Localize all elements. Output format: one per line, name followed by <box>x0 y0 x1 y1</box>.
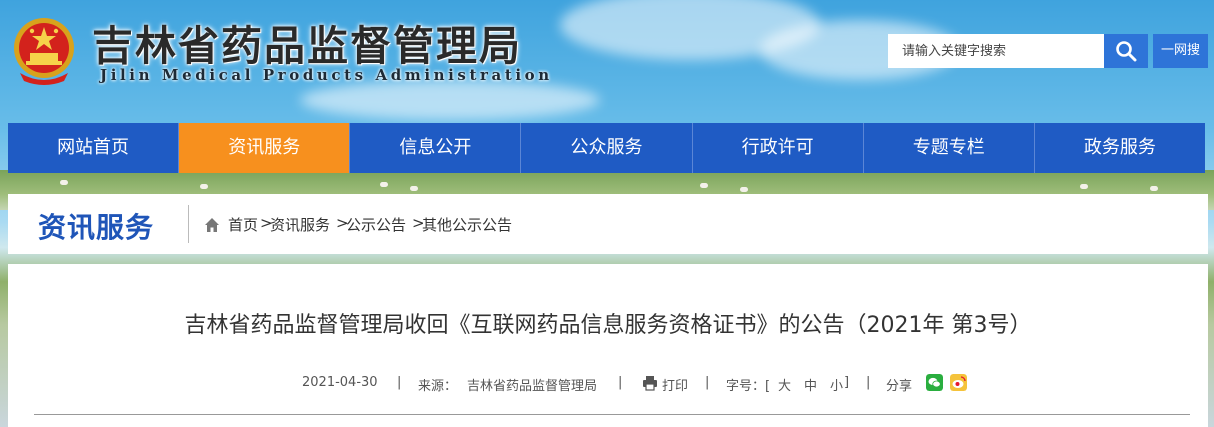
font-size-bracket: ] <box>844 375 850 390</box>
nav-item-info-disclosure[interactable]: 信息公开 <box>350 123 522 173</box>
breadcrumb-announcements[interactable]: 公示公告 <box>346 214 406 235</box>
wechat-icon[interactable] <box>926 374 943 391</box>
nav-item-public-service[interactable]: 公众服务 <box>521 123 693 173</box>
breadcrumb-other-announcements[interactable]: 其他公示公告 <box>422 214 512 235</box>
article-source-label: 来源： <box>418 379 458 394</box>
sheep-decoration <box>410 186 418 191</box>
article-title: 吉林省药品监督管理局收回《互联网药品信息服务资格证书》的公告（2021年 第3号… <box>184 313 1032 338</box>
print-button[interactable]: 打印 <box>662 375 688 394</box>
nav-item-news-service[interactable]: 资讯服务 <box>179 123 351 173</box>
sheep-decoration <box>740 187 748 192</box>
article-panel: 吉林省药品监督管理局收回《互联网药品信息服务资格证书》的公告（2021年 第3号… <box>8 264 1208 427</box>
search-icon <box>1116 41 1137 62</box>
section-header: 资讯服务 首页 > 资讯服务 > 公示公告 > 其他公示公告 <box>8 194 1208 254</box>
main-nav: 网站首页 资讯服务 信息公开 公众服务 行政许可 专题专栏 政务服务 <box>8 123 1205 173</box>
nav-item-home[interactable]: 网站首页 <box>8 123 180 173</box>
font-size-medium-button[interactable]: 中 <box>804 375 817 394</box>
meta-separator: | <box>866 375 871 390</box>
site-subtitle: Jilin Medical Products Administration <box>100 66 553 84</box>
search-input[interactable] <box>888 34 1104 68</box>
article-source: 吉林省药品监督管理局 <box>467 379 598 394</box>
meta-separator: | <box>618 375 623 390</box>
home-icon <box>205 218 219 232</box>
cloud-decoration <box>300 80 600 120</box>
sheep-decoration <box>380 182 388 187</box>
weibo-icon[interactable] <box>950 374 967 391</box>
breadcrumb-news-service[interactable]: 资讯服务 <box>270 214 330 235</box>
font-size-label: 字号：[ <box>726 379 771 394</box>
sheep-decoration <box>700 183 708 188</box>
sheep-decoration <box>60 180 68 185</box>
unified-search-button[interactable]: 一网搜 <box>1153 34 1208 68</box>
site-title: 吉林省药品监督管理局 <box>92 22 522 70</box>
article-date: 2021-04-30 <box>302 375 378 390</box>
printer-icon[interactable] <box>642 375 658 391</box>
breadcrumb-home[interactable]: 首页 <box>228 214 258 235</box>
nav-item-gov-service[interactable]: 政务服务 <box>1034 123 1205 173</box>
meta-separator: | <box>397 375 402 390</box>
section-title: 资讯服务 <box>38 211 155 244</box>
content-divider <box>34 414 1190 415</box>
meta-separator: | <box>705 375 710 390</box>
sheep-decoration <box>1150 186 1158 191</box>
share-label: 分享 <box>886 379 913 394</box>
nav-item-admin-license[interactable]: 行政许可 <box>692 123 864 173</box>
search-button[interactable] <box>1104 34 1148 68</box>
section-divider <box>188 205 189 243</box>
sheep-decoration <box>1080 184 1088 189</box>
national-emblem-icon <box>14 18 74 85</box>
font-size-small-button[interactable]: 小 <box>830 375 843 394</box>
nav-item-special-topics[interactable]: 专题专栏 <box>863 123 1035 173</box>
font-size-large-button[interactable]: 大 <box>778 375 791 394</box>
sheep-decoration <box>200 184 208 189</box>
